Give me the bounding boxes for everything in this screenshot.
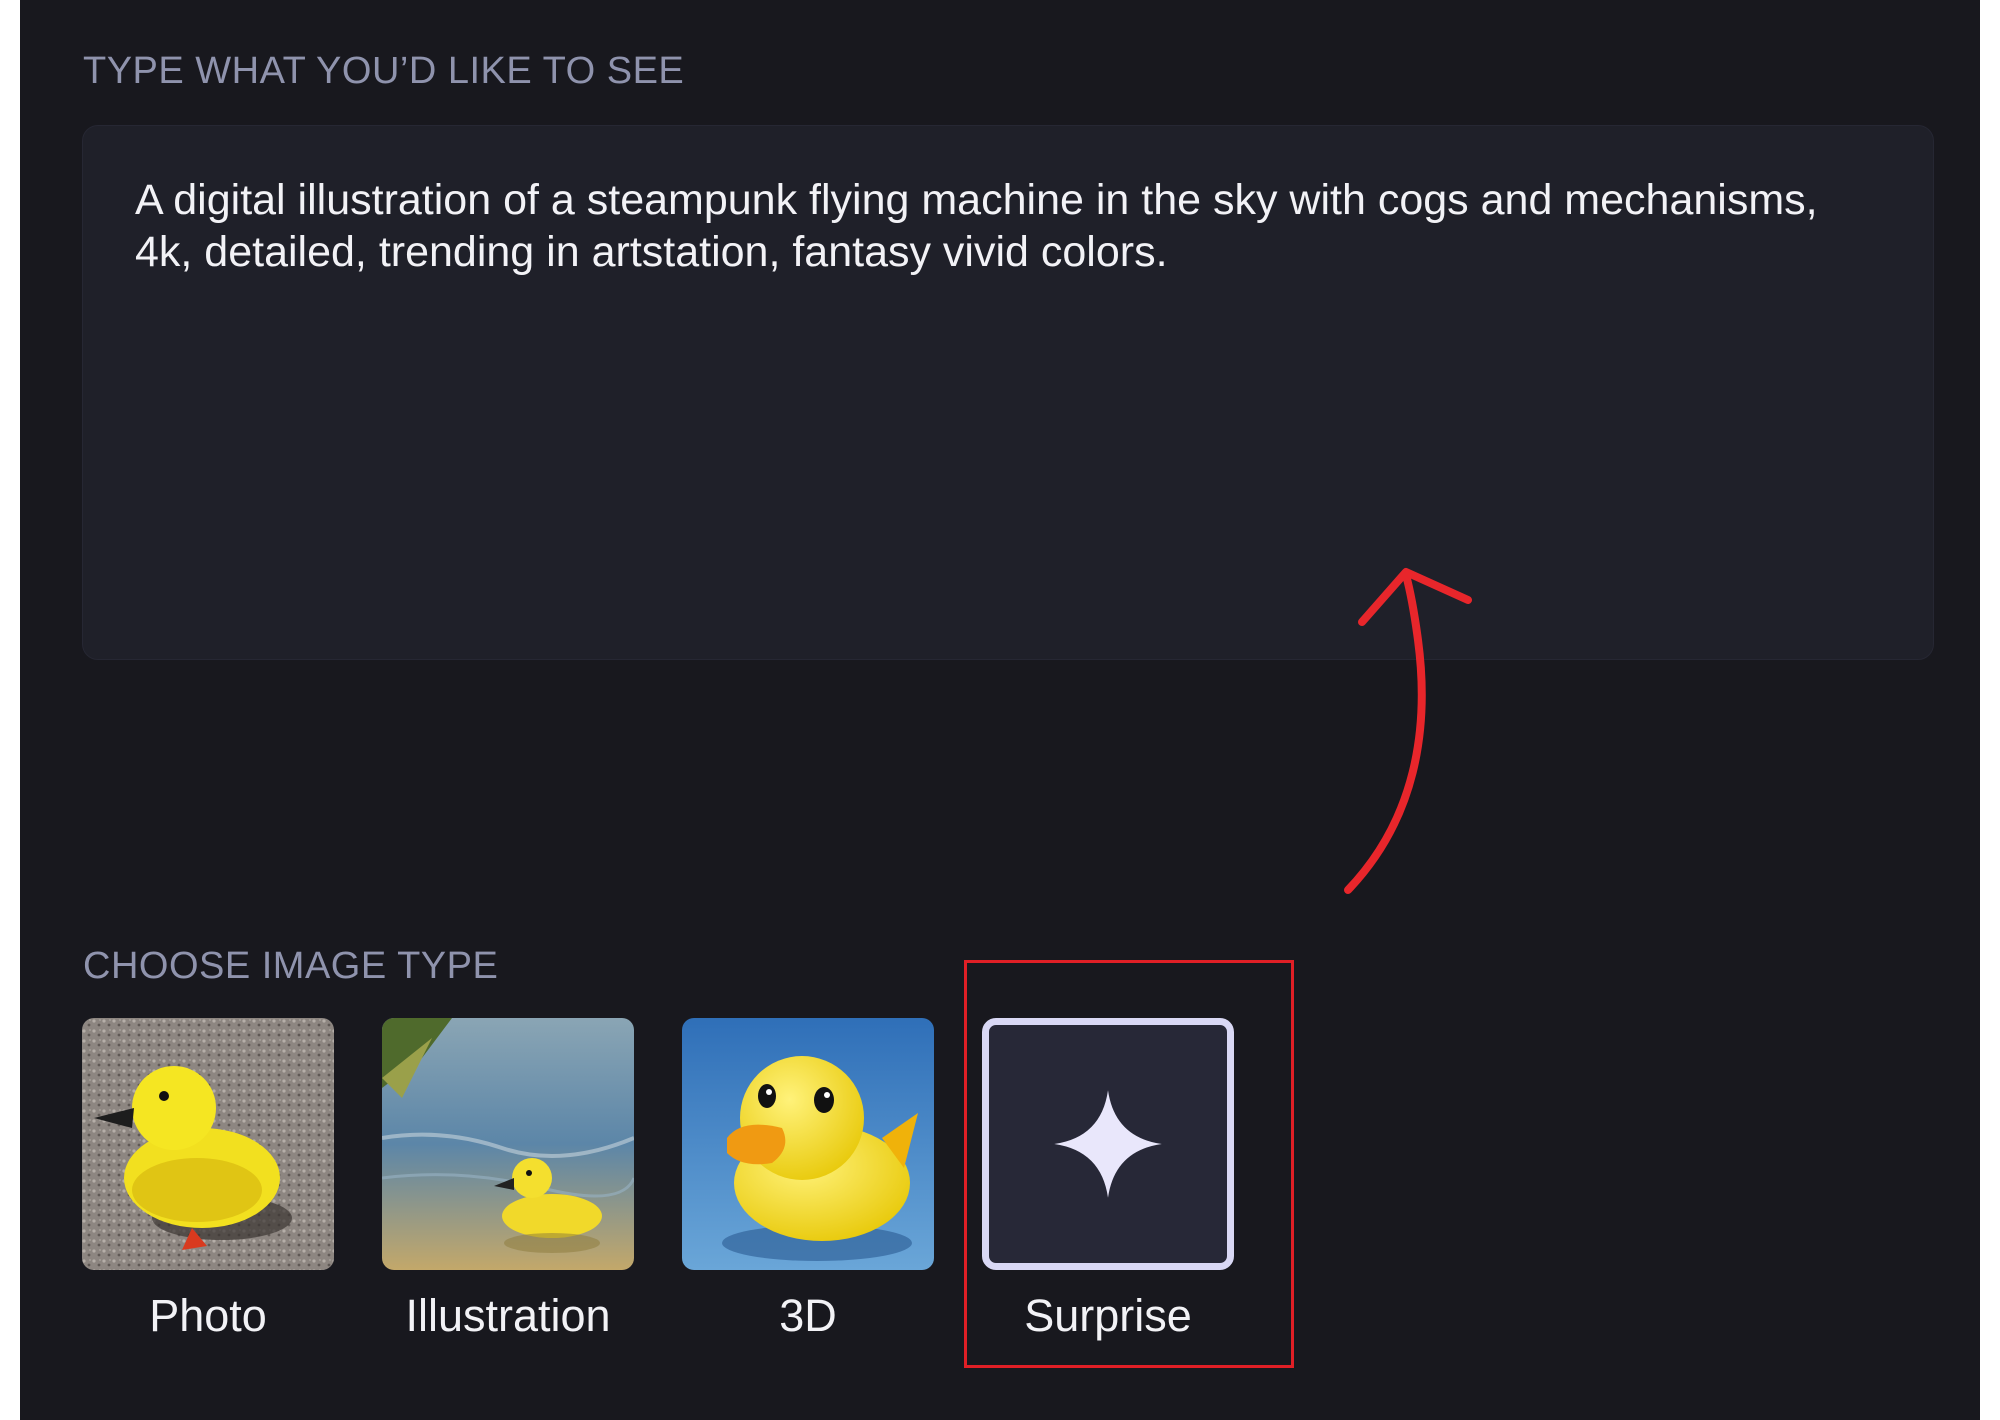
image-type-section-label: CHOOSE IMAGE TYPE: [83, 945, 499, 987]
prompt-textarea[interactable]: A digital illustration of a steampunk fl…: [82, 125, 1934, 660]
prompt-section-label: TYPE WHAT YOU’D LIKE TO SEE: [83, 50, 685, 92]
image-type-photo-label: Photo: [149, 1290, 267, 1341]
photo-rubber-duck-thumbnail[interactable]: [82, 1018, 334, 1270]
image-type-photo[interactable]: Photo: [82, 1018, 334, 1348]
image-type-illustration[interactable]: Illustration: [382, 1018, 634, 1348]
illustration-rubber-duck-thumbnail[interactable]: [382, 1018, 634, 1270]
generator-panel: TYPE WHAT YOU’D LIKE TO SEE A digital il…: [20, 0, 1980, 1420]
image-type-illustration-label: Illustration: [405, 1290, 611, 1341]
annotation-arrow: [1344, 568, 1472, 894]
image-type-3d-label: 3D: [779, 1290, 837, 1341]
3d-rubber-duck-thumbnail[interactable]: [682, 1018, 934, 1270]
image-type-3d[interactable]: 3D: [682, 1018, 934, 1348]
annotation-highlight-box: [964, 960, 1294, 1368]
prompt-text[interactable]: A digital illustration of a steampunk fl…: [135, 174, 1835, 278]
